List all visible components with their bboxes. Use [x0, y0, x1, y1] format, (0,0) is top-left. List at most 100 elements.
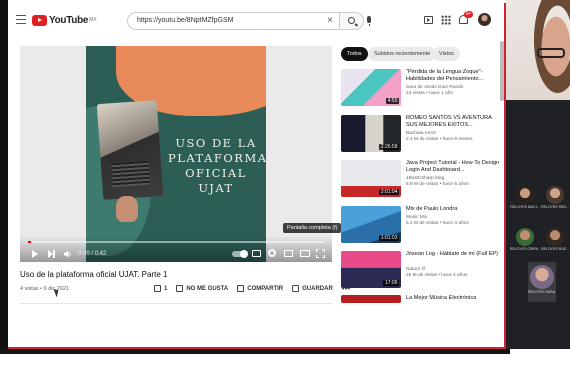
related-views: 2.1 M de vistas • hace 6 meses — [406, 137, 473, 142]
video-player[interactable]: USO DE LA PLATAFORMA OFICIAL UJAT 0:00 /… — [20, 46, 342, 262]
search-icon — [348, 17, 355, 24]
related-channel: 1BestCsharp blog — [406, 176, 445, 181]
related-thumbnail: 2:26:58 — [341, 115, 401, 152]
participant-tile[interactable]: RELOYES CRIPA... — [510, 228, 540, 251]
related-item[interactable]: La Mejor Música Electrónica — [341, 295, 504, 335]
participant-name: RELOYES CRIPA... — [510, 247, 540, 251]
related-channel: Sara de Jesús Díaz Ruedo — [406, 85, 464, 90]
save-button[interactable]: GUARDAR — [292, 285, 333, 292]
related-title: Jósean Log - Háblate de mí (Full EP) — [406, 251, 499, 257]
related-views: 5.4 M de vistas • hace 3 años — [406, 221, 469, 226]
related-thumbnail: 17:05 — [341, 251, 401, 288]
participant-tile[interactable]: RELOYES SARA... — [528, 262, 556, 302]
playlist-add-icon — [292, 285, 300, 292]
related-views: 25 M de vistas • hace 4 años — [406, 273, 468, 278]
chip-watched[interactable]: Vistos — [433, 47, 460, 61]
youtube-play-icon — [32, 14, 47, 26]
share-icon — [237, 285, 245, 292]
duration-badge: 2:01:04 — [379, 189, 399, 195]
related-views: 13 vistas • hace 1 año — [406, 91, 454, 96]
progress-bar[interactable] — [28, 241, 324, 243]
play-icon[interactable] — [32, 250, 38, 258]
scrollbar[interactable] — [500, 41, 504, 101]
avatar[interactable] — [478, 13, 491, 26]
thumbs-up-icon — [154, 285, 161, 292]
related-channel: Bachata Amor — [406, 131, 437, 136]
thumbs-down-icon — [176, 285, 184, 292]
create-video-icon[interactable] — [424, 16, 433, 24]
menu-icon[interactable] — [16, 15, 26, 24]
theater-icon[interactable] — [300, 250, 310, 257]
next-icon[interactable] — [48, 250, 55, 258]
volume-icon[interactable] — [64, 250, 72, 258]
participant-avatar — [530, 265, 554, 289]
duration-badge: 4:55 — [386, 98, 399, 104]
duration-badge: 1:01:03 — [379, 235, 399, 241]
related-item[interactable]: 2:26:58 ROMEO SANTOS VS AVENTURA SUS MEJ… — [341, 115, 504, 155]
thumb-hand-image — [116, 196, 138, 222]
related-title: Java Project Tutorial - How To Design Lo… — [406, 160, 500, 173]
chip-recent[interactable]: Subidos recientemente — [368, 47, 437, 61]
participant-tile[interactable]: RELOYES SRD... — [540, 186, 570, 209]
participant-avatar — [516, 228, 534, 246]
meet-panel: RELOYES MACI... RELOYES SRD... RELOYES C… — [506, 0, 570, 349]
notification-badge: 9+ — [464, 11, 473, 18]
duration-badge: 2:26:58 — [379, 144, 399, 150]
share-button[interactable]: COMPARTIR — [237, 285, 283, 292]
related-thumbnail: 2:01:04 — [341, 160, 401, 197]
youtube-logo[interactable]: YouTube MX — [32, 14, 97, 26]
divider — [20, 303, 332, 304]
participant-avatar — [546, 228, 564, 246]
frame-bottom-bar — [0, 349, 510, 354]
related-channel: Naturs ⊙ — [406, 267, 426, 272]
time-display: 0:00 / 0:42 — [78, 251, 107, 257]
duration-badge: 17:05 — [383, 280, 399, 286]
related-title: La Mejor Música Electrónica — [406, 295, 477, 301]
video-actions: 1 NO ME GUSTA COMPARTIR GUARDAR ••• — [154, 284, 350, 293]
logo-text: YouTube — [49, 14, 89, 26]
participant-tile[interactable]: RELOYES RUE... — [540, 228, 570, 251]
gear-icon[interactable] — [268, 249, 276, 257]
video-frame: USO DE LA PLATAFORMA OFICIAL UJAT — [86, 46, 266, 262]
presenter-glasses — [537, 48, 565, 58]
thumbnail-title: USO DE LA PLATAFORMA OFICIAL UJAT — [168, 136, 266, 195]
related-item[interactable]: 1:01:03 Mix de Paulo Londra Music Mix 5.… — [341, 206, 504, 246]
presenter-camera — [506, 0, 570, 102]
video-title: Uso de la plataforma oficial UJAT. Parte… — [20, 270, 168, 279]
dislike-label: NO ME GUSTA — [186, 285, 229, 292]
related-thumbnail: 1:01:03 — [341, 206, 401, 243]
miniplayer-icon[interactable] — [284, 250, 293, 257]
logo-country: MX — [89, 17, 97, 23]
search-input[interactable]: https://youtu.be/8NptMZfpGSM × — [127, 12, 340, 30]
related-item[interactable]: 2:01:04 Java Project Tutorial - How To D… — [341, 160, 504, 200]
related-item[interactable]: 17:05 Jósean Log - Háblate de mí (Full E… — [341, 251, 504, 291]
participant-name: RELOYES MACI... — [510, 205, 540, 209]
apps-icon[interactable] — [441, 15, 451, 25]
like-count: 1 — [164, 285, 168, 292]
participant-name: RELOYES RUE... — [541, 247, 569, 251]
subtitles-icon[interactable] — [252, 250, 261, 257]
related-views: 6.9 M de vistas • hace 5 años — [406, 182, 469, 187]
like-button[interactable]: 1 — [154, 285, 167, 292]
related-thumbnail: 4:55 — [341, 69, 401, 106]
clear-icon[interactable]: × — [327, 15, 333, 26]
participant-tile[interactable]: RELOYES MACI... — [510, 186, 540, 209]
related-title: ROMEO SANTOS VS AVENTURA SUS MEJORES EXI… — [406, 115, 492, 128]
search-value: https://youtu.be/8NptMZfpGSM — [137, 17, 234, 24]
search-button[interactable] — [340, 12, 364, 30]
chip-todos[interactable]: Todos — [341, 47, 368, 61]
share-label: COMPARTIR — [247, 285, 284, 292]
participant-avatar — [516, 186, 534, 204]
save-label: GUARDAR — [302, 285, 333, 292]
fullscreen-icon[interactable] — [316, 249, 325, 258]
fullscreen-tooltip: Pantalla completa (f) — [283, 223, 342, 233]
dislike-button[interactable]: NO ME GUSTA — [176, 285, 228, 292]
progress-fill — [28, 241, 31, 243]
top-bar: YouTube MX https://youtu.be/8NptMZfpGSM … — [8, 3, 504, 39]
video-meta: 4 vistas • 6 dic 2021 — [20, 286, 70, 292]
mic-icon[interactable] — [367, 16, 371, 26]
autoplay-toggle[interactable] — [232, 250, 248, 258]
participant-name: RELOYES SARA... — [528, 290, 556, 294]
related-item[interactable]: 4:55 "Pérdida de la Lengua Zoque"- Habil… — [341, 69, 504, 109]
screen: YouTube MX https://youtu.be/8NptMZfpGSM … — [0, 0, 570, 373]
